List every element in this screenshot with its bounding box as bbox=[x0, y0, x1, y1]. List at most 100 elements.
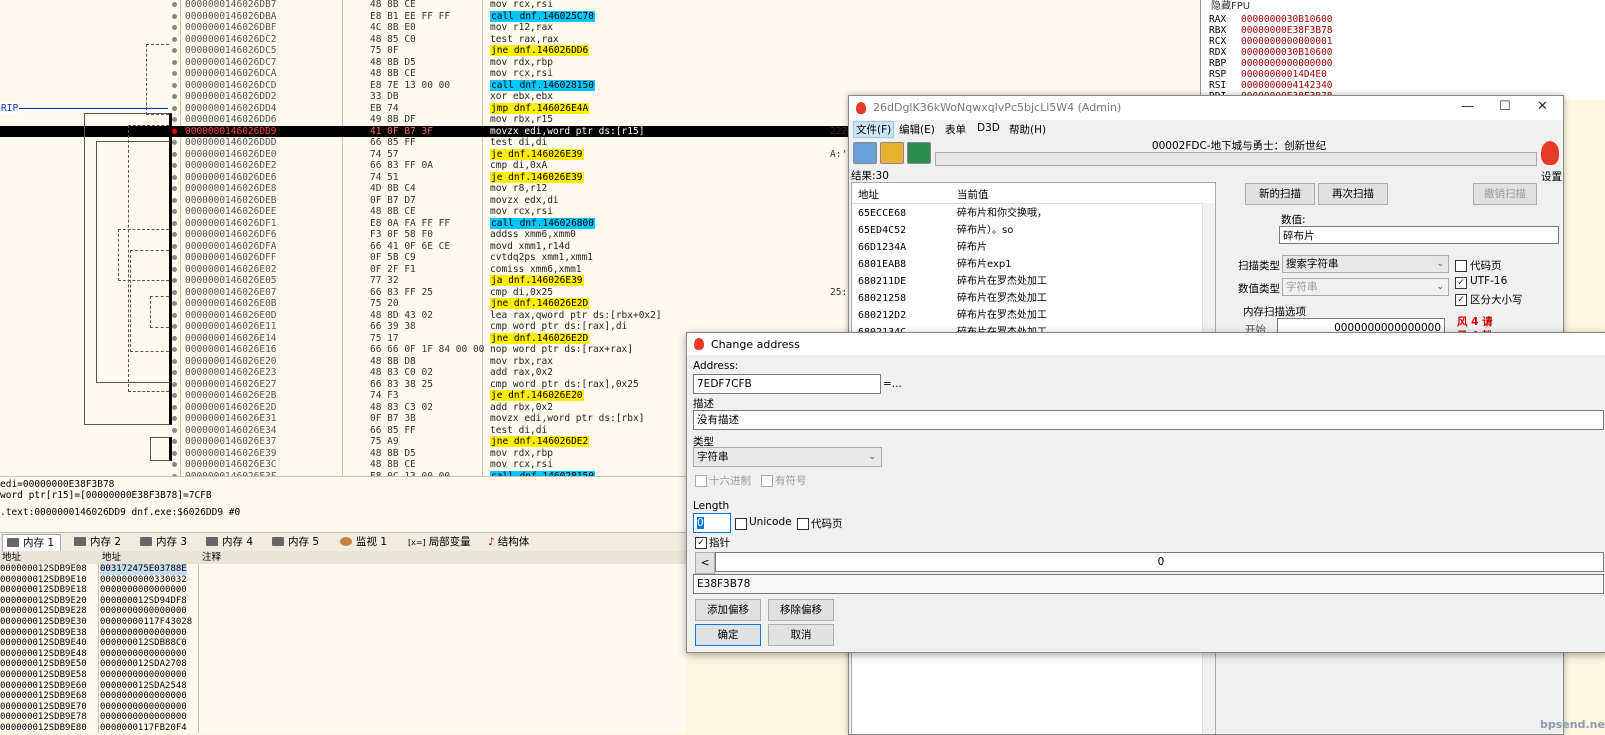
menu-d3d[interactable]: D3D bbox=[975, 122, 1002, 134]
tab-memory-1[interactable]: 内存 1 bbox=[2, 534, 62, 552]
breakpoint-dot[interactable] bbox=[172, 82, 177, 88]
result-row[interactable]: 68021258 碎布片在罗杰处加工 bbox=[852, 290, 1215, 307]
breakpoint-dot[interactable] bbox=[172, 186, 177, 191]
breakpoint-dot[interactable] bbox=[172, 117, 177, 122]
result-row[interactable]: 65ECCE68 碎布片和你交换哦， bbox=[852, 205, 1215, 222]
breakpoint-dot[interactable] bbox=[172, 163, 177, 168]
settings-label[interactable]: 设置 bbox=[1541, 169, 1562, 184]
breakpoint-dot[interactable] bbox=[172, 48, 177, 53]
remove-offset-button[interactable]: 移除偏移 bbox=[768, 599, 834, 621]
value-input[interactable]: 碎布片 bbox=[1279, 226, 1559, 244]
register-row[interactable]: RBX 00000000E38F3B78 bbox=[1209, 25, 1333, 36]
offset-input[interactable]: 0 bbox=[715, 552, 1604, 572]
value-type-select[interactable]: 字符串 ⌄ bbox=[1282, 278, 1449, 296]
save-icon[interactable] bbox=[907, 142, 931, 164]
breakpoint-dot[interactable] bbox=[172, 140, 177, 145]
breakpoint-dot[interactable] bbox=[172, 301, 177, 306]
breakpoint-dot[interactable] bbox=[172, 266, 177, 272]
result-row[interactable]: 65ED4C52 碎布片）。so bbox=[852, 222, 1215, 239]
breakpoint-dot[interactable] bbox=[172, 427, 177, 433]
menu-file[interactable]: 文件(F) bbox=[853, 121, 895, 138]
hide-fpu-label[interactable]: 隐藏FPU bbox=[1211, 0, 1250, 12]
codepage-checkbox[interactable] bbox=[1455, 260, 1467, 272]
tab-watch-1[interactable]: 监视 1 bbox=[336, 534, 393, 551]
breakpoint-dot[interactable] bbox=[172, 393, 177, 398]
case-sensitive-checkbox[interactable]: ✓ bbox=[1455, 294, 1467, 306]
instruction-row[interactable]: 0000000146026DCA 48 8B CE mov rcx,rsi bbox=[0, 68, 1200, 80]
breakpoint-dot[interactable] bbox=[172, 381, 177, 387]
minimize-icon[interactable]: — bbox=[1461, 99, 1474, 114]
address-input[interactable]: 7EDF7CFB bbox=[693, 374, 881, 394]
utf16-checkbox[interactable]: ✓ bbox=[1455, 277, 1467, 289]
menu-edit[interactable]: 编辑(E) bbox=[897, 122, 937, 137]
breakpoint-dot[interactable] bbox=[172, 255, 177, 260]
breakpoint-dot[interactable] bbox=[172, 243, 177, 249]
menu-help[interactable]: 帮助(H) bbox=[1007, 122, 1048, 137]
unicode-checkbox[interactable] bbox=[735, 518, 747, 530]
register-row[interactable]: RAX 0000000030B10600 bbox=[1209, 14, 1333, 25]
breakpoint-dot[interactable] bbox=[172, 439, 177, 444]
next-scan-button[interactable]: 再次扫描 bbox=[1318, 183, 1388, 205]
breakpoint-dot[interactable] bbox=[172, 2, 177, 7]
breakpoint-dot[interactable] bbox=[172, 416, 177, 421]
instruction-row[interactable]: 0000000146026DBF 4C 8B E0 mov r12,rax bbox=[0, 22, 1200, 34]
register-row[interactable]: RDX 0000000030B10600 bbox=[1209, 47, 1333, 58]
pointer-base-input[interactable]: E38F3B78 bbox=[693, 574, 1604, 594]
register-row[interactable]: RCX 0000000000000001 bbox=[1209, 36, 1333, 47]
instruction-row[interactable]: 0000000146026DBA E8 B1 EE FF FF call dnf.1… bbox=[0, 10, 1200, 23]
instruction-row[interactable]: 0000000146026DC2 48 85 C0 test rax,rax bbox=[0, 34, 1200, 46]
register-row[interactable]: RBP 0000000000000000 bbox=[1209, 58, 1333, 69]
breakpoint-dot[interactable] bbox=[172, 278, 177, 283]
description-input[interactable]: 没有描述 bbox=[693, 410, 1604, 430]
breakpoint-dot[interactable] bbox=[172, 312, 177, 318]
breakpoint-dot[interactable] bbox=[172, 151, 177, 157]
tab-memory-4[interactable]: 内存 4 bbox=[202, 534, 259, 551]
breakpoint-dot[interactable] bbox=[172, 105, 177, 111]
memory-dump[interactable]: 000000012SDB9E08 003172475E03788E 00000001… bbox=[0, 564, 686, 733]
settings-icon[interactable] bbox=[1541, 141, 1559, 165]
breakpoint-dot[interactable] bbox=[172, 220, 177, 226]
open-process-icon[interactable] bbox=[853, 142, 877, 164]
breakpoint-dot[interactable] bbox=[172, 59, 177, 65]
new-scan-button[interactable]: 新的扫描 bbox=[1245, 183, 1315, 205]
breakpoint-dot[interactable] bbox=[172, 347, 177, 352]
instruction-row[interactable]: 0000000146026DCD E8 7E 13 00 00 call dnf.1… bbox=[0, 79, 1200, 92]
breakpoint-dot[interactable] bbox=[172, 232, 177, 237]
result-row[interactable]: 680212D2 碎布片在罗杰处加工 bbox=[852, 307, 1215, 324]
length-input[interactable]: 0 bbox=[693, 513, 731, 533]
breakpoint-dot[interactable] bbox=[172, 13, 177, 19]
type-select[interactable]: 字符串 ⌄ bbox=[693, 447, 882, 467]
menu-table[interactable]: 表单 bbox=[943, 122, 968, 137]
hex-checkbox[interactable] bbox=[695, 475, 707, 487]
result-row[interactable]: 6801EAB8 碎布片exp1 bbox=[852, 256, 1215, 273]
breakpoint-dot[interactable] bbox=[172, 36, 177, 42]
register-row[interactable]: RSP 00000000014D4E0 bbox=[1209, 69, 1327, 80]
result-row[interactable]: 66D1234A 碎布片 bbox=[852, 239, 1215, 256]
instruction-row[interactable]: 0000000146026DC7 48 8B D5 mov rdx,rbp bbox=[0, 57, 1200, 69]
breakpoint-dot[interactable] bbox=[172, 450, 177, 456]
result-row[interactable]: 680211DE 碎布片在罗杰处加工 bbox=[852, 273, 1215, 290]
close-icon[interactable]: ✕ bbox=[1537, 99, 1548, 114]
breakpoint-dot[interactable] bbox=[172, 289, 177, 295]
tab-memory-2[interactable]: 内存 2 bbox=[70, 534, 127, 551]
tab-memory-5[interactable]: 内存 5 bbox=[268, 534, 325, 551]
instruction-row[interactable]: 0000000146026DC5 75 0F jne dnf.146026DD6 bbox=[0, 45, 1200, 57]
maximize-icon[interactable]: ☐ bbox=[1499, 99, 1511, 114]
breakpoint-dot[interactable] bbox=[172, 358, 177, 364]
tab-struct[interactable]: ♪ 结构体 bbox=[484, 534, 535, 551]
breakpoint-dot[interactable] bbox=[172, 94, 177, 99]
add-offset-button[interactable]: 添加偏移 bbox=[695, 599, 761, 621]
breakpoint-dot[interactable] bbox=[172, 25, 177, 30]
instruction-row[interactable]: 0000000146026DB7 48 8B CE mov rcx,rsi bbox=[0, 0, 1200, 11]
undo-scan-button[interactable]: 撤销扫描 bbox=[1473, 183, 1537, 205]
breakpoint-dot[interactable] bbox=[172, 462, 177, 467]
breakpoint-dot[interactable] bbox=[172, 71, 177, 76]
codepage-checkbox[interactable] bbox=[797, 518, 809, 530]
cancel-button[interactable]: 取消 bbox=[768, 624, 834, 646]
breakpoint-dot[interactable] bbox=[172, 128, 177, 134]
tab-locals[interactable]: [x=] 局部变量 bbox=[404, 534, 477, 551]
register-row[interactable]: RSI 0000000004142340 bbox=[1209, 80, 1333, 91]
breakpoint-dot[interactable] bbox=[172, 335, 177, 341]
scan-type-select[interactable]: 搜索字符串 ⌄ bbox=[1282, 255, 1449, 273]
pointer-checkbox[interactable]: ✓ bbox=[695, 537, 707, 549]
